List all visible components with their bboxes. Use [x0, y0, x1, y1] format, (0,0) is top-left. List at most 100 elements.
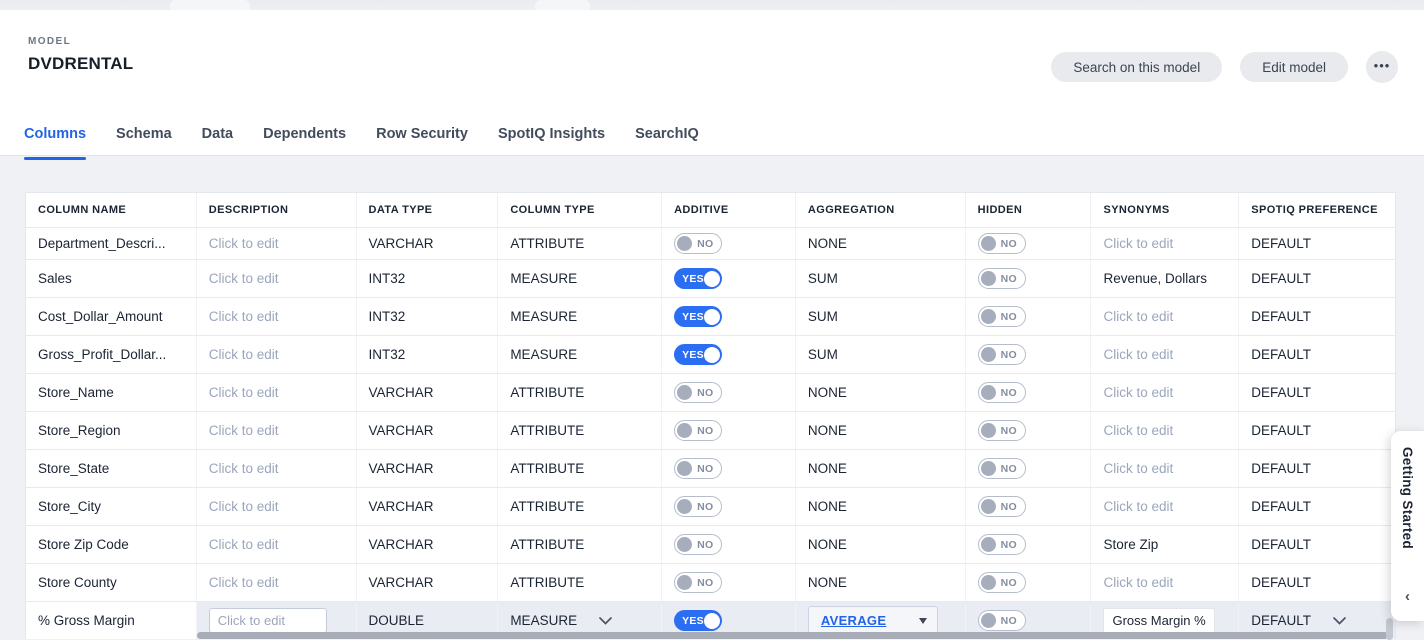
column-name-text: Store_Region	[38, 423, 121, 438]
description-cell: Click to edit	[197, 412, 357, 449]
hidden-toggle[interactable]: NO	[978, 572, 1026, 593]
synonyms-placeholder[interactable]: Click to edit	[1103, 236, 1173, 251]
additive-toggle[interactable]: NO	[674, 534, 722, 555]
table-row[interactable]: Store_RegionClick to editVARCHARATTRIBUT…	[26, 411, 1395, 449]
additive-toggle[interactable]: NO	[674, 572, 722, 593]
hidden-toggle[interactable]: NO	[978, 382, 1026, 403]
tab-row-security[interactable]: Row Security	[376, 126, 468, 160]
description-placeholder[interactable]: Click to edit	[209, 423, 279, 438]
synonyms-placeholder[interactable]: Click to edit	[1103, 575, 1173, 590]
chevron-down-icon[interactable]	[599, 617, 612, 625]
tab-schema[interactable]: Schema	[116, 126, 172, 160]
aggregation-link[interactable]: AVERAGE	[821, 613, 886, 628]
tab-columns[interactable]: Columns	[24, 126, 86, 160]
more-options-button[interactable]: •••	[1366, 51, 1398, 83]
tab-searchiq[interactable]: SearchIQ	[635, 126, 699, 160]
description-placeholder[interactable]: Click to edit	[209, 271, 279, 286]
additive-toggle[interactable]: YES	[674, 344, 722, 365]
description-placeholder[interactable]: Click to edit	[209, 537, 279, 552]
description-placeholder[interactable]: Click to edit	[209, 236, 279, 251]
aggregation-cell: SUM	[796, 298, 966, 335]
column-name-cell: Cost_Dollar_Amount	[26, 298, 197, 335]
description-placeholder[interactable]: Click to edit	[209, 499, 279, 514]
aggregation-dropdown[interactable]: AVERAGE	[808, 606, 938, 636]
spotiq-preference-text: DEFAULT	[1251, 236, 1311, 251]
data-type-text: VARCHAR	[369, 423, 434, 438]
tab-dependents[interactable]: Dependents	[263, 126, 346, 160]
spotiq-preference-text: DEFAULT	[1251, 613, 1311, 628]
table-row[interactable]: Store_NameClick to editVARCHARATTRIBUTEN…	[26, 373, 1395, 411]
synonyms-text[interactable]: Revenue, Dollars	[1103, 271, 1207, 286]
synonyms-cell: Click to edit	[1091, 488, 1239, 525]
column-type-cell: ATTRIBUTE	[498, 526, 662, 563]
additive-toggle[interactable]: NO	[674, 382, 722, 403]
toggle-knob	[981, 461, 996, 476]
spotiq-preference-text: DEFAULT	[1251, 423, 1311, 438]
table-row[interactable]: Cost_Dollar_AmountClick to editINT32MEAS…	[26, 297, 1395, 335]
aggregation-text: SUM	[808, 309, 838, 324]
synonyms-placeholder[interactable]: Click to edit	[1103, 347, 1173, 362]
additive-toggle[interactable]: NO	[674, 496, 722, 517]
hidden-toggle[interactable]: NO	[978, 268, 1026, 289]
description-placeholder[interactable]: Click to edit	[209, 347, 279, 362]
additive-toggle[interactable]: NO	[674, 420, 722, 441]
getting-started-tab[interactable]: Getting Started ‹	[1391, 431, 1424, 621]
hidden-toggle[interactable]: NO	[978, 306, 1026, 327]
table-row[interactable]: Store CountyClick to editVARCHARATTRIBUT…	[26, 563, 1395, 601]
table-row[interactable]: Department_Descri...Click to editVARCHAR…	[26, 227, 1395, 259]
hidden-toggle[interactable]: NO	[978, 344, 1026, 365]
header-column-name: COLUMN NAME	[26, 193, 197, 227]
synonyms-input[interactable]: Gross Margin %	[1103, 608, 1215, 634]
additive-toggle[interactable]: NO	[674, 233, 722, 254]
additive-toggle[interactable]: YES	[674, 306, 722, 327]
description-placeholder[interactable]: Click to edit	[209, 385, 279, 400]
synonyms-placeholder[interactable]: Click to edit	[1103, 423, 1173, 438]
description-cell: Click to edit	[197, 336, 357, 373]
aggregation-text: NONE	[808, 537, 847, 552]
hidden-toggle[interactable]: NO	[978, 420, 1026, 441]
tab-spotiq-insights[interactable]: SpotIQ Insights	[498, 126, 605, 160]
synonyms-placeholder[interactable]: Click to edit	[1103, 499, 1173, 514]
aggregation-text: NONE	[808, 423, 847, 438]
search-on-model-button[interactable]: Search on this model	[1051, 52, 1222, 82]
description-placeholder[interactable]: Click to edit	[209, 309, 279, 324]
synonyms-placeholder[interactable]: Click to edit	[1103, 461, 1173, 476]
edit-model-button[interactable]: Edit model	[1240, 52, 1348, 82]
description-input[interactable]: Click to edit	[209, 608, 327, 633]
aggregation-text: NONE	[808, 575, 847, 590]
table-row[interactable]: Store_StateClick to editVARCHARATTRIBUTE…	[26, 449, 1395, 487]
additive-cell: NO	[662, 374, 796, 411]
hidden-toggle[interactable]: NO	[978, 534, 1026, 555]
toggle-label: NO	[697, 577, 713, 589]
chevron-left-icon[interactable]: ‹	[1405, 588, 1410, 605]
horizontal-scrollbar[interactable]	[197, 632, 1388, 639]
hidden-toggle[interactable]: NO	[978, 458, 1026, 479]
additive-toggle[interactable]: YES	[674, 610, 722, 631]
tab-data[interactable]: Data	[202, 126, 233, 160]
synonyms-text[interactable]: Store Zip	[1103, 537, 1158, 552]
synonyms-placeholder[interactable]: Click to edit	[1103, 385, 1173, 400]
description-placeholder[interactable]: Click to edit	[209, 461, 279, 476]
toggle-label: NO	[1001, 539, 1017, 551]
column-name-text: Department_Descri...	[38, 236, 166, 251]
additive-cell: YES	[662, 336, 796, 373]
hidden-toggle[interactable]: NO	[978, 610, 1026, 631]
additive-toggle[interactable]: NO	[674, 458, 722, 479]
table-row[interactable]: SalesClick to editINT32MEASUREYESSUMNORe…	[26, 259, 1395, 297]
hidden-toggle[interactable]: NO	[978, 496, 1026, 517]
chevron-down-icon[interactable]	[1333, 617, 1346, 625]
table-row[interactable]: Store_CityClick to editVARCHARATTRIBUTEN…	[26, 487, 1395, 525]
additive-toggle[interactable]: YES	[674, 268, 722, 289]
table-row[interactable]: Gross_Profit_Dollar...Click to editINT32…	[26, 335, 1395, 373]
synonyms-placeholder[interactable]: Click to edit	[1103, 309, 1173, 324]
hidden-toggle[interactable]: NO	[978, 233, 1026, 254]
aggregation-cell: NONE	[796, 488, 966, 525]
aggregation-text: NONE	[808, 499, 847, 514]
vertical-scrollbar[interactable]	[1386, 618, 1393, 640]
toggle-label: NO	[1001, 425, 1017, 437]
toggle-knob	[981, 385, 996, 400]
data-type-text: DOUBLE	[369, 613, 425, 628]
table-row[interactable]: Store Zip CodeClick to editVARCHARATTRIB…	[26, 525, 1395, 563]
description-placeholder[interactable]: Click to edit	[209, 575, 279, 590]
aggregation-cell: NONE	[796, 374, 966, 411]
